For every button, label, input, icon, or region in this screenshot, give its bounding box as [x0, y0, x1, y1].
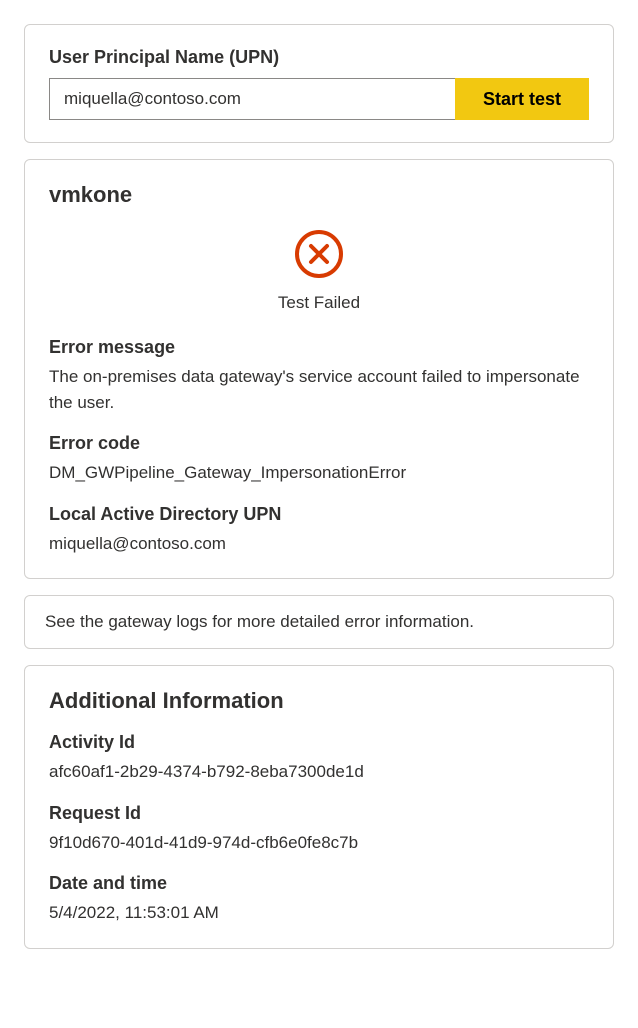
start-test-button[interactable]: Start test — [455, 78, 589, 120]
request-id-value: 9f10d670-401d-41d9-974d-cfb6e0fe8c7b — [49, 830, 589, 856]
upn-input-row: Start test — [49, 78, 589, 120]
error-code-value: DM_GWPipeline_Gateway_ImpersonationError — [49, 460, 589, 486]
additional-info-title: Additional Information — [49, 688, 589, 714]
status-text: Test Failed — [49, 293, 589, 313]
status-block: Test Failed — [49, 228, 589, 313]
activity-id-label: Activity Id — [49, 732, 589, 753]
error-message-value: The on-premises data gateway's service a… — [49, 364, 589, 415]
upn-card: User Principal Name (UPN) Start test — [24, 24, 614, 143]
local-upn-value: miquella@contoso.com — [49, 531, 589, 557]
local-upn-label: Local Active Directory UPN — [49, 504, 589, 525]
result-card: vmkone Test Failed Error message The on-… — [24, 159, 614, 579]
gateway-name: vmkone — [49, 182, 589, 208]
error-x-icon — [293, 228, 345, 285]
additional-info-card: Additional Information Activity Id afc60… — [24, 665, 614, 949]
activity-id-value: afc60af1-2b29-4374-b792-8eba7300de1d — [49, 759, 589, 785]
upn-input[interactable] — [49, 78, 455, 120]
hint-text: See the gateway logs for more detailed e… — [45, 612, 593, 632]
request-id-label: Request Id — [49, 803, 589, 824]
datetime-label: Date and time — [49, 873, 589, 894]
hint-card: See the gateway logs for more detailed e… — [24, 595, 614, 649]
error-code-label: Error code — [49, 433, 589, 454]
datetime-value: 5/4/2022, 11:53:01 AM — [49, 900, 589, 926]
error-message-label: Error message — [49, 337, 589, 358]
upn-label: User Principal Name (UPN) — [49, 47, 589, 68]
